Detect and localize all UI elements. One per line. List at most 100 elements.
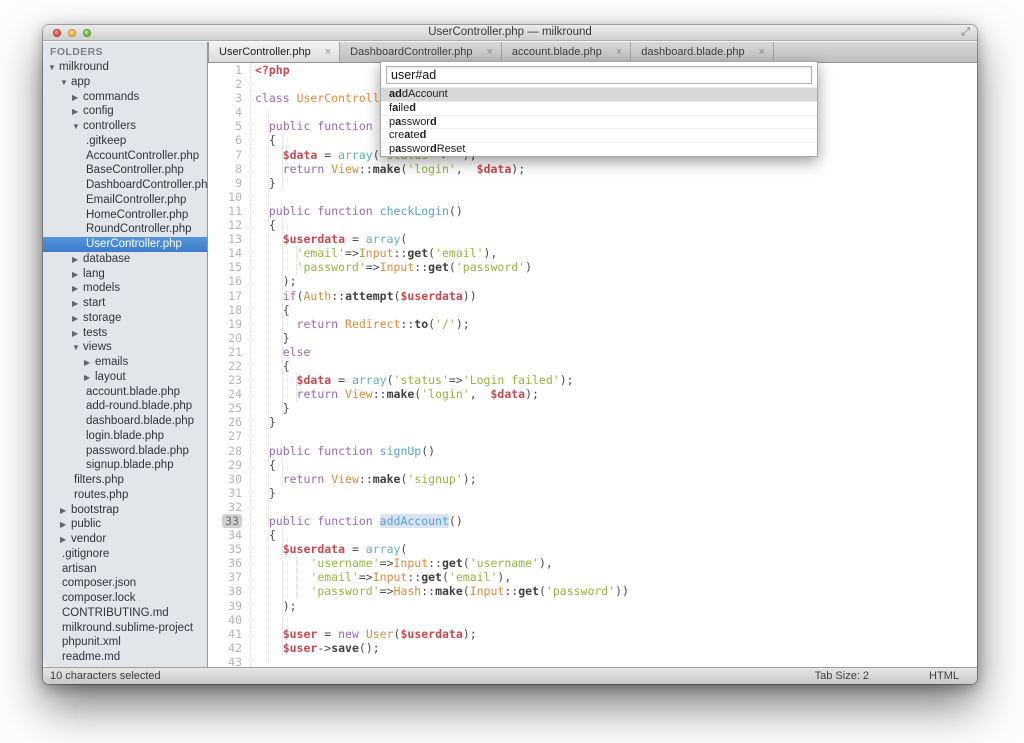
suggestion-addAccount[interactable]: addAccount [381, 87, 817, 101]
triangle-down-icon[interactable]: ▼ [60, 76, 71, 91]
sidebar-item-vendor[interactable]: ▶vendor [43, 532, 207, 547]
code-line[interactable]: 16 ); [209, 274, 977, 288]
sidebar-item-account.blade.php[interactable]: account.blade.php [43, 385, 207, 400]
sidebar-item-phpunit.xml[interactable]: phpunit.xml [43, 635, 207, 650]
sidebar-item-emails[interactable]: ▶emails [43, 355, 207, 370]
tab-dashboard.blade.php[interactable]: dashboard.blade.php× [631, 42, 774, 62]
code-line[interactable]: 9 } [209, 176, 977, 190]
code-line[interactable]: 26 } [209, 415, 977, 429]
triangle-down-icon[interactable]: ▼ [72, 120, 83, 135]
code-line[interactable]: 13 $userdata = array( [209, 232, 977, 246]
code-line[interactable]: 8 return View::make('login', $data); [209, 162, 977, 176]
triangle-right-icon[interactable]: ▶ [72, 327, 83, 342]
triangle-right-icon[interactable]: ▶ [84, 371, 95, 386]
tab-account.blade.php[interactable]: account.blade.php× [502, 42, 631, 62]
sidebar-item-HomeController.php[interactable]: HomeController.php [43, 208, 207, 223]
code-line[interactable]: 24 return View::make('login', $data); [209, 387, 977, 401]
sidebar-item-views[interactable]: ▼views [43, 340, 207, 355]
sidebar-item-lang[interactable]: ▶lang [43, 267, 207, 282]
sidebar-item-composer.json[interactable]: composer.json [43, 576, 207, 591]
code-line[interactable]: 11 public function checkLogin() [209, 204, 977, 218]
code-line[interactable]: 30 return View::make('signup'); [209, 472, 977, 486]
sidebar-item-EmailController.php[interactable]: EmailController.php [43, 193, 207, 208]
tab-size-indicator[interactable]: Tab Size: 2 [815, 670, 869, 682]
code-line[interactable]: 32 [209, 500, 977, 514]
code-line[interactable]: 27 [209, 429, 977, 443]
code-line[interactable]: 29 { [209, 458, 977, 472]
sidebar-item-database[interactable]: ▶database [43, 252, 207, 267]
sidebar-item-filters.php[interactable]: filters.php [43, 473, 207, 488]
code-line[interactable]: 36 'username'=>Input::get('username'), [209, 556, 977, 570]
code-line[interactable]: 33 public function addAccount() [209, 514, 977, 528]
code-line[interactable]: 12 { [209, 218, 977, 232]
code-line[interactable]: 43 [209, 655, 977, 667]
close-tab-icon[interactable]: × [616, 47, 622, 58]
sidebar-item-signup.blade.php[interactable]: signup.blade.php [43, 458, 207, 473]
triangle-right-icon[interactable]: ▶ [60, 518, 71, 533]
triangle-right-icon[interactable]: ▶ [72, 105, 83, 120]
sidebar-item-RoundController.php[interactable]: RoundController.php [43, 222, 207, 237]
triangle-right-icon[interactable]: ▶ [72, 253, 83, 268]
triangle-right-icon[interactable]: ▶ [72, 91, 83, 106]
sidebar-item-models[interactable]: ▶models [43, 281, 207, 296]
triangle-right-icon[interactable]: ▶ [60, 533, 71, 548]
sidebar-item-commands[interactable]: ▶commands [43, 90, 207, 105]
sidebar-item-controllers[interactable]: ▼controllers [43, 119, 207, 134]
code-line[interactable]: 20 } [209, 331, 977, 345]
close-tab-icon[interactable]: × [759, 47, 765, 58]
sidebar-item-milkround[interactable]: ▼milkround [43, 60, 207, 75]
sidebar-item-login.blade.php[interactable]: login.blade.php [43, 429, 207, 444]
suggestion-password[interactable]: password [381, 115, 817, 129]
triangle-right-icon[interactable]: ▶ [60, 504, 71, 519]
triangle-right-icon[interactable]: ▶ [72, 312, 83, 327]
sidebar-item-routes.php[interactable]: routes.php [43, 488, 207, 503]
code-line[interactable]: 42 $user->save(); [209, 641, 977, 655]
triangle-right-icon[interactable]: ▶ [72, 282, 83, 297]
sidebar-item-password.blade.php[interactable]: password.blade.php [43, 444, 207, 459]
code-line[interactable]: 19 return Redirect::to('/'); [209, 317, 977, 331]
triangle-right-icon[interactable]: ▶ [72, 268, 83, 283]
close-tab-icon[interactable]: × [325, 47, 331, 58]
code-line[interactable]: 23 $data = array('status'=>'Login failed… [209, 373, 977, 387]
suggestion-failed[interactable]: failed [381, 101, 817, 115]
sidebar-item-UserController.php[interactable]: UserController.php [43, 237, 207, 252]
sidebar-item-app[interactable]: ▼app [43, 75, 207, 90]
fullscreen-icon[interactable]: ⤢ [961, 26, 970, 39]
title-bar[interactable]: UserController.php — milkround ⤢ [43, 25, 977, 41]
code-line[interactable]: 10 [209, 190, 977, 204]
code-line[interactable]: 18 { [209, 303, 977, 317]
code-line[interactable]: 25 } [209, 401, 977, 415]
triangle-right-icon[interactable]: ▶ [84, 356, 95, 371]
code-line[interactable]: 22 { [209, 359, 977, 373]
sidebar-item-layout[interactable]: ▶layout [43, 370, 207, 385]
sidebar-item-dashboard.blade.php[interactable]: dashboard.blade.php [43, 414, 207, 429]
suggestion-created[interactable]: created [381, 128, 817, 142]
code-line[interactable]: 28 public function signUp() [209, 444, 977, 458]
sidebar-item-artisan[interactable]: artisan [43, 562, 207, 577]
code-line[interactable]: 14 'email'=>Input::get('email'), [209, 246, 977, 260]
suggestion-passwordReset[interactable]: passwordReset [381, 142, 817, 156]
sidebar-item-readme.md[interactable]: readme.md [43, 650, 207, 665]
syntax-indicator[interactable]: HTML [929, 670, 959, 682]
code-line[interactable]: 37 'email'=>Input::get('email'), [209, 570, 977, 584]
triangle-right-icon[interactable]: ▶ [72, 297, 83, 312]
sidebar-item-config[interactable]: ▶config [43, 104, 207, 119]
sidebar-item-DashboardController.php[interactable]: DashboardController.php [43, 178, 207, 193]
code-line[interactable]: 15 'password'=>Input::get('password') [209, 260, 977, 274]
sidebar-item-AccountController.php[interactable]: AccountController.php [43, 149, 207, 164]
sidebar-item-CONTRIBUTING.md[interactable]: CONTRIBUTING.md [43, 606, 207, 621]
code-line[interactable]: 40 [209, 613, 977, 627]
symbol-search-input[interactable] [386, 66, 812, 84]
code-line[interactable]: 31 } [209, 486, 977, 500]
triangle-down-icon[interactable]: ▼ [48, 61, 59, 76]
sidebar-item-tests[interactable]: ▶tests [43, 326, 207, 341]
code-line[interactable]: 39 ); [209, 599, 977, 613]
sidebar-item-add-round.blade.php[interactable]: add-round.blade.php [43, 399, 207, 414]
close-tab-icon[interactable]: × [486, 47, 492, 58]
code-line[interactable]: 35 $userdata = array( [209, 542, 977, 556]
code-line[interactable]: 34 { [209, 528, 977, 542]
sidebar-item-start[interactable]: ▶start [43, 296, 207, 311]
sidebar-item-bootstrap[interactable]: ▶bootstrap [43, 503, 207, 518]
sidebar-item-.gitkeep[interactable]: .gitkeep [43, 134, 207, 149]
sidebar-item-milkround.sublime-project[interactable]: milkround.sublime-project [43, 621, 207, 636]
